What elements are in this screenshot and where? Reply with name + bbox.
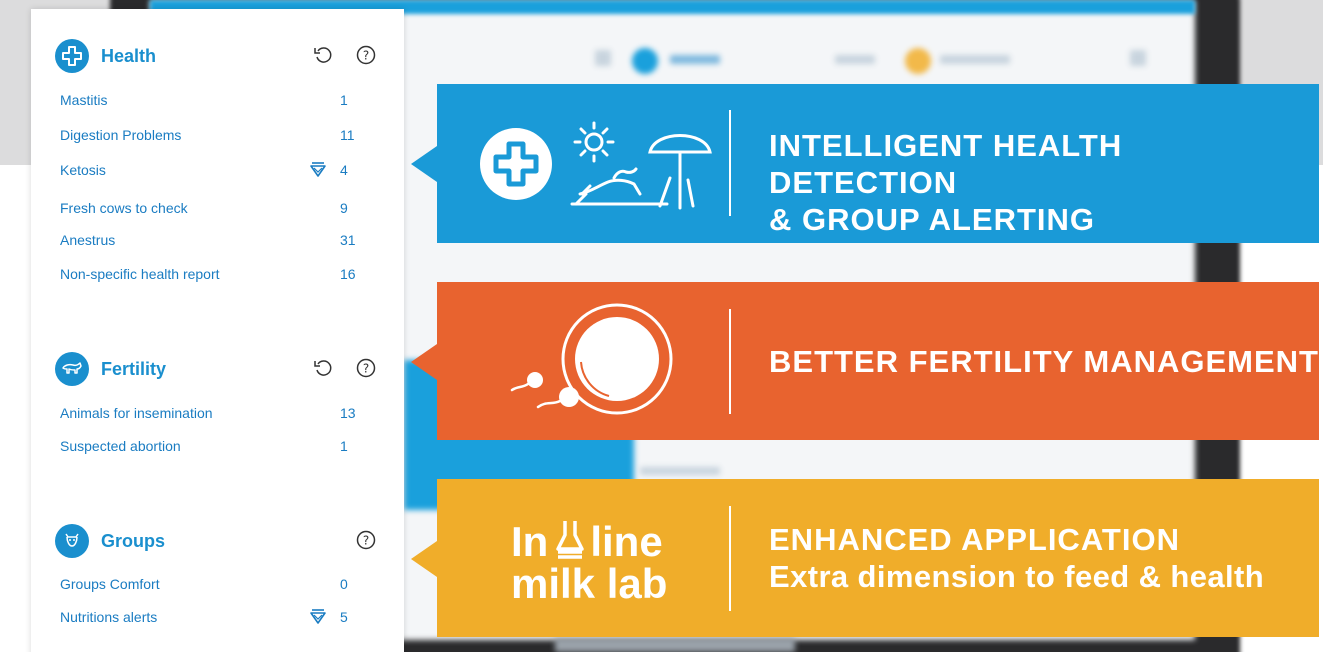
blurred-label (670, 55, 720, 64)
list-item[interactable]: Ketosis 4 (60, 162, 360, 182)
blurred-label (640, 467, 720, 475)
fertility-banner: BETTER FERTILITY MANAGEMENT (437, 282, 1319, 440)
alert-gem-icon (309, 609, 327, 628)
groups-section-title: Groups (101, 530, 166, 551)
notifications-panel: Health ? Mastitis 1 Digestion Problems 1… (31, 9, 404, 652)
list-item[interactable]: Groups Comfort 0 (60, 576, 360, 596)
help-icon[interactable]: ? (355, 529, 377, 551)
blurred-health-dot (632, 48, 658, 74)
cow-resting-sun-umbrella-icon (570, 121, 712, 210)
fertility-section-header: Fertility (55, 352, 166, 386)
list-item[interactable]: Digestion Problems 11 (60, 127, 360, 147)
blurred-label (835, 55, 875, 64)
fertility-banner-headline: BETTER FERTILITY MANAGEMENT (769, 344, 1319, 379)
blurred-stand (555, 638, 795, 652)
flask-icon (556, 521, 585, 559)
health-banner-pointer (411, 146, 437, 182)
refresh-icon[interactable] (312, 357, 334, 379)
inline-milk-lab-banner: In line milk lab ENHANCED APPLICATION Ex… (437, 479, 1319, 637)
help-icon[interactable]: ? (355, 357, 377, 379)
inline-banner-pointer (411, 541, 437, 577)
blurred-icon (1130, 50, 1146, 66)
plus-cross-icon (55, 39, 89, 73)
svg-text:?: ? (363, 49, 369, 63)
inline-milk-lab-logo: In line milk lab (511, 518, 668, 607)
divider (729, 309, 731, 414)
fertility-banner-pointer (411, 344, 437, 380)
groups-section-header: Groups (55, 524, 165, 558)
svg-text:?: ? (363, 362, 369, 376)
cow-icon (55, 352, 89, 386)
list-item[interactable]: Anestrus 31 (60, 232, 360, 252)
egg-sperm-icon (510, 303, 673, 415)
blurred-icon (595, 50, 611, 66)
health-section-header: Health (55, 39, 156, 73)
cow-group-icon (55, 524, 89, 558)
inline-banner-headline: ENHANCED APPLICATION Extra dimension to … (769, 522, 1265, 594)
health-section-title: Health (101, 45, 157, 66)
list-item[interactable]: Suspected abortion 1 (60, 438, 360, 458)
list-item[interactable]: Nutritions alerts 5 (60, 609, 360, 629)
help-icon[interactable]: ? (355, 44, 377, 66)
svg-text:?: ? (363, 534, 369, 548)
list-item[interactable]: Non-specific health report 16 (60, 266, 360, 286)
divider (729, 506, 731, 611)
alert-gem-icon (309, 162, 327, 181)
divider (729, 110, 731, 216)
list-item[interactable]: Fresh cows to check 9 (60, 200, 360, 220)
blurred-schedule-dot (905, 48, 931, 74)
list-item[interactable]: Mastitis 1 (60, 92, 360, 112)
health-banner: INTELLIGENT HEALTH DETECTION & GROUP ALE… (437, 84, 1319, 243)
health-banner-headline: INTELLIGENT HEALTH DETECTION & GROUP ALE… (769, 128, 1123, 237)
list-item[interactable]: Animals for insemination 13 (60, 405, 360, 425)
plus-circle-icon (480, 128, 552, 200)
blurred-label (940, 55, 1010, 64)
refresh-icon[interactable] (312, 44, 334, 66)
fertility-section-title: Fertility (101, 358, 167, 379)
